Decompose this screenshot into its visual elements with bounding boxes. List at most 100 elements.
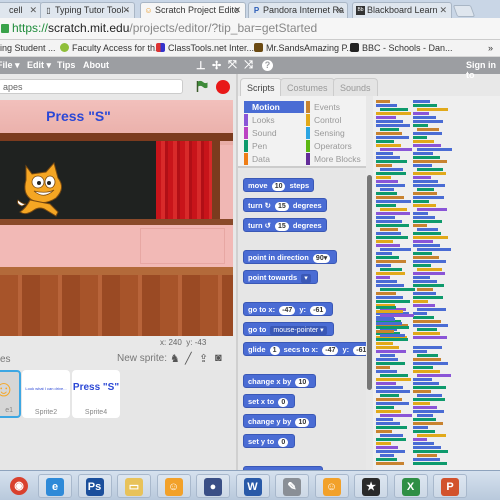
shrink-icon[interactable]: ⤨ bbox=[244, 59, 253, 72]
tab-costumes[interactable]: Costumes bbox=[280, 78, 335, 96]
browser-tab[interactable]: ▯ Typing Tutor Tool - ✕ bbox=[40, 2, 135, 18]
browser-tab[interactable]: ✕ cell bbox=[0, 2, 42, 18]
menu-about[interactable]: About bbox=[83, 60, 109, 70]
bookmark-item[interactable]: Mr.SandsAmazing P... bbox=[254, 43, 354, 53]
block-input[interactable]: 0 bbox=[278, 398, 289, 407]
block-input[interactable]: 10 bbox=[295, 418, 310, 427]
motion-block[interactable]: point towards ▾ bbox=[243, 270, 318, 284]
category-sensing[interactable]: Sensing bbox=[306, 127, 366, 139]
close-tab-icon[interactable]: ✕ bbox=[233, 5, 241, 16]
taskbar-button[interactable]: ☺ bbox=[156, 474, 191, 498]
block-input[interactable]: -61 bbox=[310, 306, 327, 315]
browser-tab[interactable]: P Pandora Internet Ra ✕ bbox=[248, 2, 348, 18]
sprite-card[interactable]: Press "S" Sprite4 bbox=[72, 370, 120, 418]
tab-scripts[interactable]: Scripts bbox=[240, 78, 282, 96]
grow-icon[interactable]: ⤧ bbox=[228, 59, 237, 72]
url-text[interactable]: https://scratch.mit.edu/projects/editor/… bbox=[12, 21, 317, 35]
block-dropdown[interactable]: mouse-pointer ▾ bbox=[270, 326, 327, 335]
block-dropdown[interactable]: ▾ bbox=[301, 274, 311, 283]
taskbar-button[interactable]: ▭ bbox=[117, 474, 151, 498]
taskbar-button[interactable]: Ps bbox=[77, 474, 112, 498]
taskbar-button[interactable]: ● bbox=[196, 474, 230, 498]
bookmark-item[interactable]: Faculty Access for th... bbox=[60, 43, 163, 53]
project-title-input[interactable]: apes bbox=[0, 79, 183, 94]
menu-file[interactable]: File ▾ bbox=[0, 60, 20, 71]
stage[interactable]: Press "S" bbox=[0, 100, 233, 336]
block-input[interactable]: 0 bbox=[278, 438, 289, 447]
block-input[interactable]: 15 bbox=[275, 222, 289, 231]
motion-block[interactable]: turn ↺ 15 degrees bbox=[243, 218, 327, 232]
bookmarks-overflow-button[interactable]: » bbox=[488, 43, 493, 53]
menu-tips[interactable]: Tips bbox=[57, 60, 75, 70]
browser-tab-active[interactable]: ☺ Scratch Project Edito ✕ bbox=[140, 2, 246, 18]
taskbar-button[interactable]: W bbox=[235, 474, 270, 498]
tab-sounds[interactable]: Sounds bbox=[333, 78, 378, 96]
upload-sprite-icon[interactable]: ⇪ bbox=[199, 352, 208, 365]
new-tab-button[interactable] bbox=[452, 5, 476, 17]
motion-block[interactable]: point in direction 90▾ bbox=[243, 250, 338, 264]
block-input[interactable]: 10 bbox=[295, 378, 310, 387]
green-flag-button[interactable] bbox=[196, 80, 208, 92]
taskbar-button[interactable]: ✎ bbox=[275, 474, 309, 498]
motion-block[interactable]: set y to 0 bbox=[243, 434, 296, 448]
cut-icon[interactable]: ✢ bbox=[212, 59, 221, 72]
taskbar-button[interactable]: e bbox=[38, 474, 72, 498]
taskbar-button[interactable]: ☺ bbox=[314, 474, 349, 498]
sprite-card-selected[interactable]: ☺ e1 bbox=[0, 370, 21, 418]
category-operators[interactable]: Operators bbox=[306, 140, 366, 152]
taskbar-button[interactable]: X bbox=[393, 474, 428, 498]
category-data[interactable]: Data bbox=[244, 153, 304, 165]
block-input[interactable]: -47 bbox=[322, 346, 339, 355]
camera-icon[interactable]: ◙ bbox=[215, 352, 222, 364]
motion-block[interactable]: set x to 0 bbox=[243, 394, 296, 408]
close-tab-icon[interactable]: ✕ bbox=[122, 5, 130, 16]
motion-block[interactable]: turn ↻ 15 degrees bbox=[243, 198, 327, 212]
bookmark-item[interactable]: ing Student ... bbox=[0, 43, 56, 53]
script-block bbox=[376, 296, 403, 299]
block-text: change x by bbox=[248, 377, 294, 386]
taskbar-button[interactable]: ★ bbox=[354, 474, 388, 498]
choose-sprite-from-library-icon[interactable]: ♞ bbox=[170, 352, 180, 365]
block-input[interactable]: 15 bbox=[275, 202, 289, 211]
block-input[interactable]: 1 bbox=[269, 346, 280, 355]
category-motion[interactable]: Motion bbox=[244, 101, 304, 113]
category-sound[interactable]: Sound bbox=[244, 127, 304, 139]
category-events[interactable]: Events bbox=[306, 101, 366, 113]
script-block bbox=[376, 430, 392, 433]
taskbar-button[interactable]: ◉ bbox=[2, 474, 36, 498]
close-tab-icon[interactable]: ✕ bbox=[29, 5, 37, 16]
motion-block[interactable]: move 10 steps bbox=[243, 178, 315, 192]
help-icon[interactable]: ? bbox=[262, 60, 273, 71]
bookmark-item[interactable]: ClassTools.net Inter... bbox=[156, 43, 254, 53]
bookmark-item[interactable]: BBC - Schools - Dan... bbox=[350, 43, 453, 53]
motion-block[interactable]: go to x: -47 y: -61 bbox=[243, 302, 334, 316]
press-s-sprite[interactable]: Press "S" bbox=[0, 108, 157, 124]
motion-block[interactable]: glide 1 secs to x: -47 y: -61 bbox=[243, 342, 366, 356]
block-input[interactable]: 90▾ bbox=[312, 254, 331, 263]
palette-scrollbar[interactable] bbox=[367, 175, 372, 390]
motion-block[interactable]: change y by 10 bbox=[243, 414, 317, 428]
motion-block[interactable]: change x by 10 bbox=[243, 374, 317, 388]
paint-new-sprite-icon[interactable]: ╱ bbox=[185, 352, 192, 365]
taskbar-button[interactable]: P bbox=[433, 474, 467, 498]
sprite-card[interactable]: Look what I can drive... Sprite2 bbox=[22, 370, 70, 418]
motion-block[interactable]: go to mouse-pointer ▾ bbox=[243, 322, 334, 336]
category-control[interactable]: Control bbox=[306, 114, 366, 126]
duplicate-icon[interactable]: ⊥ bbox=[196, 59, 206, 72]
category-pen[interactable]: Pen bbox=[244, 140, 304, 152]
block-input[interactable]: -61 bbox=[353, 346, 366, 355]
close-tab-icon[interactable]: ✕ bbox=[439, 5, 447, 16]
category-more-blocks[interactable]: More Blocks bbox=[306, 153, 366, 165]
scripts-area[interactable] bbox=[373, 96, 500, 470]
close-tab-icon[interactable]: ✕ bbox=[335, 5, 343, 16]
menu-edit[interactable]: Edit ▾ bbox=[27, 60, 51, 71]
browser-tab[interactable]: Bb Blackboard Learn ✕ bbox=[352, 2, 452, 18]
sign-in-link[interactable]: Sign in to bbox=[466, 60, 500, 80]
block-input[interactable]: -47 bbox=[279, 306, 296, 315]
block-input[interactable]: 10 bbox=[271, 182, 286, 191]
stop-button[interactable] bbox=[216, 80, 230, 94]
scratch-cat-sprite[interactable] bbox=[16, 160, 72, 222]
script-block bbox=[376, 378, 411, 381]
category-looks[interactable]: Looks bbox=[244, 114, 304, 126]
address-bar[interactable]: https://scratch.mit.edu/projects/editor/… bbox=[0, 18, 500, 40]
